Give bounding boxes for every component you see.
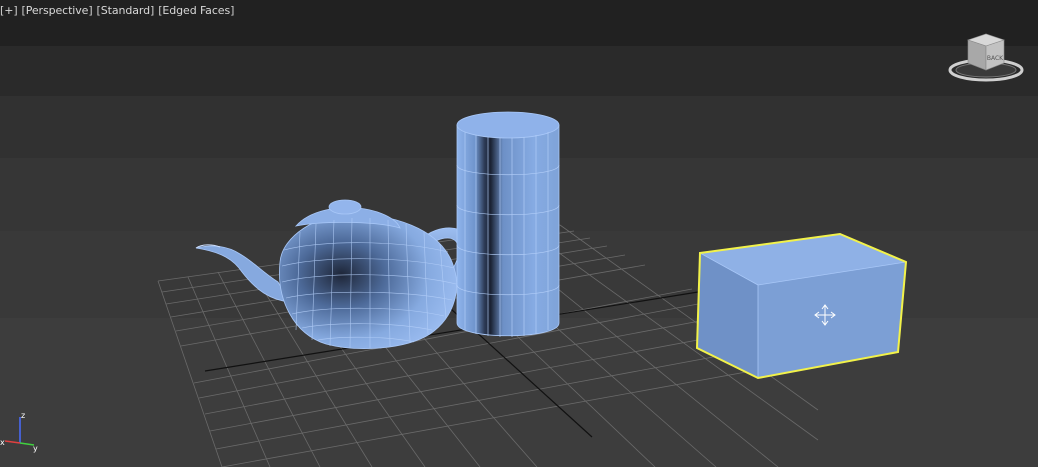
axis-x-line [4, 440, 21, 444]
box-object-selected[interactable] [695, 232, 908, 380]
axis-z-label: z [21, 411, 25, 420]
viewport-perspective[interactable]: [+] [Perspective] [Standard] [Edged Face… [0, 0, 1038, 467]
axis-y-label: y [33, 444, 38, 453]
teapot-object[interactable] [195, 199, 472, 349]
axis-x-label: x [0, 438, 5, 447]
scene-canvas[interactable] [0, 0, 1038, 467]
axis-y-line [19, 442, 35, 446]
cylinder-object[interactable] [456, 111, 560, 337]
viewcube-face-label[interactable]: BACK [987, 55, 1004, 62]
viewcube[interactable]: BACK [946, 30, 1026, 90]
axis-tripod: z x y [0, 405, 50, 455]
